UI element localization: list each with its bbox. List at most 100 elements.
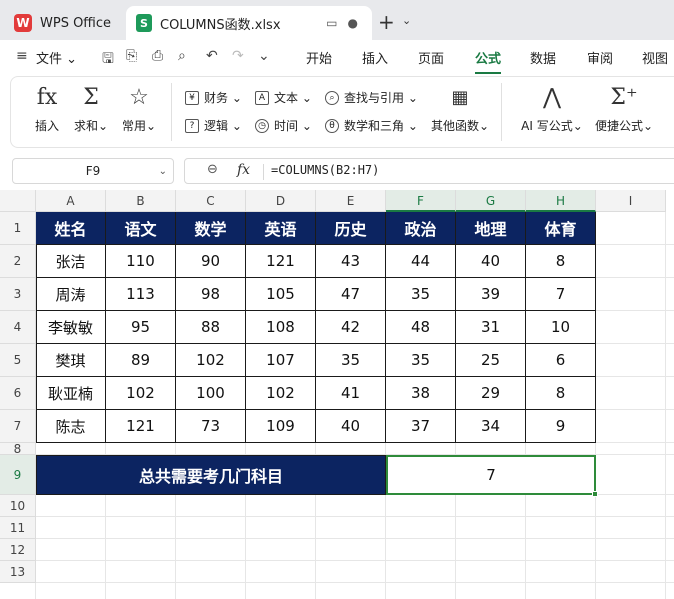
table-cell[interactable]: 7 <box>526 278 596 311</box>
table-cell[interactable]: 121 <box>246 245 316 278</box>
menu-view[interactable]: 视图 <box>642 48 668 67</box>
table-cell[interactable]: 105 <box>246 278 316 311</box>
undo-icon[interactable]: ↶ <box>206 48 218 64</box>
table-cell[interactable]: 10 <box>526 311 596 344</box>
fx-icon[interactable]: fx <box>237 162 250 178</box>
column-header-f[interactable]: F <box>386 190 456 212</box>
table-header-cell[interactable]: 语文 <box>106 212 176 245</box>
fill-handle[interactable] <box>592 491 598 497</box>
ai-formula-button[interactable]: ⋀ AI 写公式⌄ <box>517 83 587 134</box>
row-header-1[interactable]: 1 <box>0 212 36 245</box>
time-button[interactable]: ◷ 时间 ⌄ <box>255 117 312 134</box>
table-cell[interactable]: 38 <box>386 377 456 410</box>
row-header-6[interactable]: 6 <box>0 377 36 410</box>
plus-icon[interactable]: + <box>378 10 395 34</box>
more-chevron-icon[interactable]: ⌄ <box>258 48 270 64</box>
table-cell[interactable]: 102 <box>106 377 176 410</box>
row-header-2[interactable]: 2 <box>0 245 36 278</box>
table-cell[interactable]: 108 <box>246 311 316 344</box>
table-header-cell[interactable]: 历史 <box>316 212 386 245</box>
table-cell[interactable]: 42 <box>316 311 386 344</box>
quick-formula-button[interactable]: Σ⁺ 便捷公式⌄ <box>591 83 657 134</box>
table-cell[interactable]: 25 <box>456 344 526 377</box>
table-cell[interactable]: 耿亚楠 <box>36 377 106 410</box>
menu-data[interactable]: 数据 <box>530 48 556 67</box>
table-cell[interactable]: 29 <box>456 377 526 410</box>
table-cell[interactable]: 35 <box>386 278 456 311</box>
autosum-button[interactable]: Σ 求和⌄ <box>69 83 113 134</box>
table-cell[interactable]: 102 <box>176 344 246 377</box>
table-cell[interactable]: 44 <box>386 245 456 278</box>
table-cell[interactable]: 34 <box>456 410 526 443</box>
column-header-c[interactable]: C <box>176 190 246 212</box>
menu-home[interactable]: 开始 <box>306 48 332 67</box>
row-header-4[interactable]: 4 <box>0 311 36 344</box>
tab-file[interactable]: S COLUMNS函数.xlsx ▭ ● <box>126 6 372 40</box>
summary-value-cell[interactable]: 7 <box>386 455 596 495</box>
table-cell[interactable]: 35 <box>386 344 456 377</box>
table-cell[interactable]: 8 <box>526 377 596 410</box>
table-cell[interactable]: 88 <box>176 311 246 344</box>
tab-wps-office[interactable]: W WPS Office <box>8 6 124 40</box>
menu-formula[interactable]: 公式 <box>475 48 501 67</box>
menu-page[interactable]: 页面 <box>418 48 444 67</box>
row-header-9[interactable]: 9 <box>0 455 36 495</box>
table-cell[interactable]: 47 <box>316 278 386 311</box>
row-header-3[interactable]: 3 <box>0 278 36 311</box>
insert-function-button[interactable]: fx 插入 <box>25 83 69 134</box>
table-cell[interactable]: 89 <box>106 344 176 377</box>
table-cell[interactable]: 40 <box>456 245 526 278</box>
lookup-button[interactable]: ⌕ 查找与引用 ⌄ <box>325 89 418 106</box>
row-header-7[interactable]: 7 <box>0 410 36 443</box>
summary-label[interactable]: 总共需要考几门科目 <box>36 455 386 495</box>
table-cell[interactable]: 31 <box>456 311 526 344</box>
text-button[interactable]: A 文本 ⌄ <box>255 89 312 106</box>
table-header-cell[interactable]: 政治 <box>386 212 456 245</box>
column-header-b[interactable]: B <box>106 190 176 212</box>
table-cell[interactable]: 陈志 <box>36 410 106 443</box>
select-all-corner[interactable] <box>0 190 36 212</box>
table-cell[interactable]: 41 <box>316 377 386 410</box>
zoom-icon[interactable]: ⊖ <box>207 162 218 177</box>
table-cell[interactable]: 95 <box>106 311 176 344</box>
table-cell[interactable]: 樊琪 <box>36 344 106 377</box>
table-cell[interactable]: 李敏敏 <box>36 311 106 344</box>
table-header-cell[interactable]: 数学 <box>176 212 246 245</box>
print-icon[interactable]: ⎙ <box>152 48 163 64</box>
column-header-e[interactable]: E <box>316 190 386 212</box>
formula-text[interactable]: =COLUMNS(B2:H7) <box>271 163 379 177</box>
table-cell[interactable]: 110 <box>106 245 176 278</box>
tab-status-dot-icon[interactable]: ● <box>348 16 358 30</box>
row-header-8[interactable]: 8 <box>0 442 36 456</box>
logic-button[interactable]: ? 逻辑 ⌄ <box>185 117 242 134</box>
table-cell[interactable]: 90 <box>176 245 246 278</box>
table-cell[interactable]: 109 <box>246 410 316 443</box>
print-preview-icon[interactable]: ⌕ <box>178 48 186 64</box>
chevron-down-icon[interactable]: ⌄ <box>402 14 411 27</box>
table-cell[interactable]: 40 <box>316 410 386 443</box>
table-cell[interactable]: 107 <box>246 344 316 377</box>
table-cell[interactable]: 张洁 <box>36 245 106 278</box>
table-cell[interactable]: 39 <box>456 278 526 311</box>
table-cell[interactable]: 8 <box>526 245 596 278</box>
math-button[interactable]: θ 数学和三角 ⌄ <box>325 117 418 134</box>
common-functions-button[interactable]: ☆ 常用⌄ <box>117 83 161 134</box>
column-header-i[interactable]: I <box>596 190 666 212</box>
menu-insert[interactable]: 插入 <box>362 48 388 67</box>
table-cell[interactable]: 73 <box>176 410 246 443</box>
name-box[interactable]: F9 ⌄ <box>12 158 174 184</box>
table-header-cell[interactable]: 体育 <box>526 212 596 245</box>
column-header-a[interactable]: A <box>36 190 106 212</box>
row-header-5[interactable]: 5 <box>0 344 36 377</box>
column-header-g[interactable]: G <box>456 190 526 212</box>
formula-input[interactable]: ⊖ fx =COLUMNS(B2:H7) <box>184 158 674 184</box>
row-header-11[interactable]: 11 <box>0 517 36 539</box>
table-cell[interactable]: 9 <box>526 410 596 443</box>
export-icon[interactable]: ⎘ <box>126 48 137 64</box>
row-header-10[interactable]: 10 <box>0 495 36 517</box>
row-header-13[interactable]: 13 <box>0 561 36 583</box>
save-icon[interactable]: 🖫 <box>102 48 114 72</box>
column-header-h[interactable]: H <box>526 190 596 212</box>
row-header-12[interactable]: 12 <box>0 539 36 561</box>
table-cell[interactable]: 48 <box>386 311 456 344</box>
